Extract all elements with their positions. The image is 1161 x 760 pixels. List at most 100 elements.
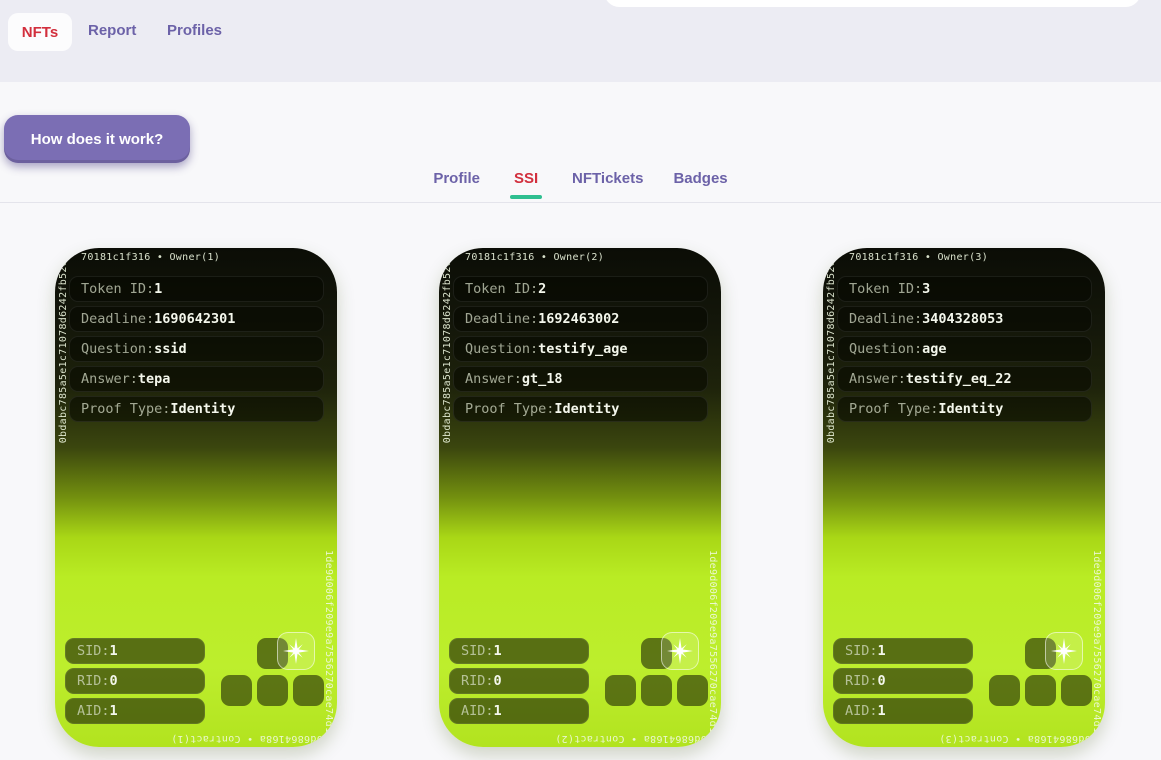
field-value: 2	[538, 281, 546, 297]
nft-card[interactable]: 0bdabc785a5e1c71078d6242fb52e 70181c1f31…	[439, 248, 721, 747]
tab-profiles[interactable]: Profiles	[167, 22, 222, 39]
stat-label: SID:	[77, 643, 110, 659]
field-value: 1	[154, 281, 162, 297]
block-square	[221, 675, 252, 706]
block-square	[641, 675, 672, 706]
block-square	[989, 675, 1020, 706]
highlight-square	[277, 632, 315, 670]
active-tab-underline	[510, 195, 542, 199]
block-square	[605, 675, 636, 706]
stat-value: 0	[110, 673, 118, 689]
contract-address-label: 0d6864168a • Contract(1)	[171, 733, 323, 744]
stat-value: 1	[878, 703, 886, 719]
profile-subtabs: Profile SSI NFTickets Badges	[0, 170, 1161, 199]
stat-row-aid: AID:1	[449, 698, 589, 724]
field-row-token-id: Token ID:3	[837, 276, 1092, 302]
subtab-profile[interactable]: Profile	[433, 170, 480, 199]
stat-value: 0	[494, 673, 502, 689]
id-stats: SID:1 RID:0 AID:1	[65, 638, 205, 728]
tab-nfts[interactable]: NFTs	[8, 13, 72, 51]
subtab-ssi-label: SSI	[514, 170, 538, 187]
field-row-answer: Answer:tepa	[69, 366, 324, 392]
block-cluster	[605, 638, 709, 706]
field-label: Proof Type:	[465, 401, 554, 417]
search-bar[interactable]	[604, 0, 1141, 7]
stat-value: 1	[494, 643, 502, 659]
field-label: Proof Type:	[81, 401, 170, 417]
subtab-underline	[441, 195, 473, 199]
stat-label: RID:	[461, 673, 494, 689]
tab-report-label: Report	[88, 22, 136, 39]
field-row-deadline: Deadline:1690642301	[69, 306, 324, 332]
field-row-question: Question:age	[837, 336, 1092, 362]
field-value: ssid	[154, 341, 187, 357]
id-stats: SID:1 RID:0 AID:1	[449, 638, 589, 728]
field-value: tepa	[138, 371, 171, 387]
field-value: gt_18	[522, 371, 563, 387]
stat-label: SID:	[461, 643, 494, 659]
stat-label: RID:	[77, 673, 110, 689]
stat-row-sid: SID:1	[65, 638, 205, 664]
stat-row-rid: RID:0	[449, 668, 589, 694]
subtab-badges[interactable]: Badges	[673, 170, 727, 199]
field-row-deadline: Deadline:3404328053	[837, 306, 1092, 332]
subtab-nftickets-label: NFTickets	[572, 170, 643, 187]
how-does-it-work-button[interactable]: How does it work?	[4, 115, 190, 163]
owner-address-edge: 0bdabc785a5e1c71078d6242fb52e	[58, 260, 69, 443]
nft-card[interactable]: 0bdabc785a5e1c71078d6242fb52e 70181c1f31…	[55, 248, 337, 747]
block-square	[1061, 675, 1092, 706]
contract-address-label: 0d6864168a • Contract(3)	[939, 733, 1091, 744]
stat-row-aid: AID:1	[833, 698, 973, 724]
field-label: Deadline:	[81, 311, 154, 327]
field-label: Answer:	[465, 371, 522, 387]
field-value: 3404328053	[922, 311, 1003, 327]
stat-label: SID:	[845, 643, 878, 659]
cards-row: 0bdabc785a5e1c71078d6242fb52e 70181c1f31…	[55, 248, 1105, 747]
field-label: Question:	[465, 341, 538, 357]
stat-value: 1	[110, 703, 118, 719]
stat-row-rid: RID:0	[833, 668, 973, 694]
stat-row-aid: AID:1	[65, 698, 205, 724]
subtab-profile-label: Profile	[433, 170, 480, 187]
token-fields: Token ID:2 Deadline:1692463002 Question:…	[453, 276, 708, 426]
stat-label: AID:	[77, 703, 110, 719]
block-square	[677, 675, 708, 706]
stat-value: 0	[878, 673, 886, 689]
block-cluster	[989, 638, 1093, 706]
subtabs-divider	[0, 202, 1161, 203]
subtab-ssi[interactable]: SSI	[510, 170, 542, 199]
nft-card[interactable]: 0bdabc785a5e1c71078d6242fb52e 70181c1f31…	[823, 248, 1105, 747]
starburst-icon	[1051, 638, 1077, 664]
subtab-badges-label: Badges	[673, 170, 727, 187]
field-label: Token ID:	[849, 281, 922, 297]
field-row-question: Question:ssid	[69, 336, 324, 362]
tab-report[interactable]: Report	[88, 22, 136, 39]
stat-row-sid: SID:1	[833, 638, 973, 664]
block-square	[257, 675, 288, 706]
field-row-answer: Answer:gt_18	[453, 366, 708, 392]
field-row-proof-type: Proof Type:Identity	[453, 396, 708, 422]
subtab-underline	[592, 195, 624, 199]
field-label: Deadline:	[849, 311, 922, 327]
owner-address-label: 70181c1f316 • Owner(2)	[465, 252, 604, 263]
field-label: Deadline:	[465, 311, 538, 327]
top-navigation: NFTs Report Profiles	[0, 0, 1161, 82]
starburst-icon	[667, 638, 693, 664]
field-row-token-id: Token ID:1	[69, 276, 324, 302]
field-label: Question:	[849, 341, 922, 357]
field-value: 1692463002	[538, 311, 619, 327]
highlight-square	[1045, 632, 1083, 670]
block-square	[293, 675, 324, 706]
tab-nfts-label: NFTs	[22, 24, 58, 41]
stat-value: 1	[878, 643, 886, 659]
starburst-icon	[283, 638, 309, 664]
contract-address-label: 0d6864168a • Contract(2)	[555, 733, 707, 744]
field-label: Proof Type:	[849, 401, 938, 417]
owner-address-edge: 0bdabc785a5e1c71078d6242fb52e	[826, 260, 837, 443]
subtab-nftickets[interactable]: NFTickets	[572, 170, 643, 199]
field-row-deadline: Deadline:1692463002	[453, 306, 708, 332]
field-value: Identity	[938, 401, 1003, 417]
owner-address-label: 70181c1f316 • Owner(1)	[81, 252, 220, 263]
field-value: Identity	[170, 401, 235, 417]
token-fields: Token ID:1 Deadline:1690642301 Question:…	[69, 276, 324, 426]
